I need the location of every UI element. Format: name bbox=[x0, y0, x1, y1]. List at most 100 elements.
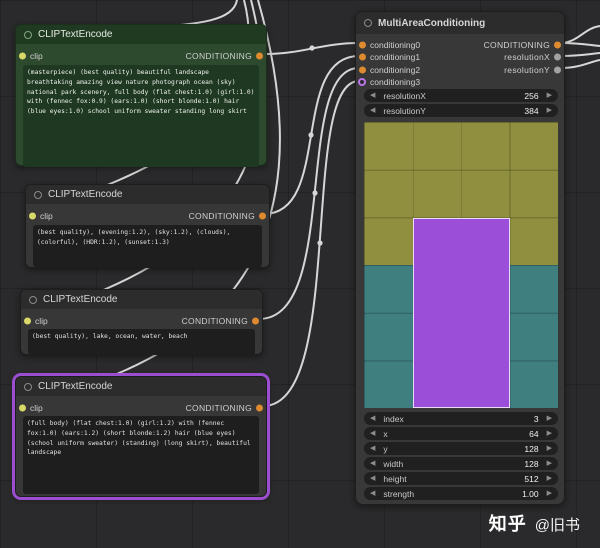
widget-label: width bbox=[383, 459, 403, 469]
widget-label: resolutionX bbox=[383, 91, 426, 101]
node-title: CLIPTextEncode bbox=[38, 29, 113, 40]
resolutionx-output-slot[interactable] bbox=[554, 54, 561, 61]
prompt-textarea[interactable]: (best quality), lake, ocean, water, beac… bbox=[28, 329, 255, 355]
node-cliptextencode-1[interactable]: CLIPTextEncode clip CONDITIONING (master… bbox=[15, 24, 267, 166]
widget-value: 1.00 bbox=[522, 489, 539, 499]
widget-label: resolutionY bbox=[383, 106, 426, 116]
node-title: MultiAreaConditioning bbox=[378, 18, 485, 29]
watermark: 知乎 @旧书 bbox=[489, 510, 580, 536]
slot-row: clip CONDITIONING bbox=[26, 208, 269, 223]
widget-resolutiony[interactable]: ◀ resolutionY 384 ▶ bbox=[364, 104, 558, 117]
widget-value: 3 bbox=[534, 414, 539, 424]
slot-row: clip CONDITIONING bbox=[16, 400, 266, 415]
conditioning-output-label: CONDITIONING bbox=[182, 316, 248, 326]
node-title-bar[interactable]: CLIPTextEncode bbox=[16, 377, 266, 396]
increment-arrow-icon[interactable]: ▶ bbox=[547, 460, 552, 467]
increment-arrow-icon[interactable]: ▶ bbox=[547, 490, 552, 497]
selected-area-rect bbox=[413, 218, 510, 408]
collapse-dot-icon[interactable] bbox=[24, 383, 32, 391]
prompt-textarea[interactable]: (full body) (flat chest:1.0) (girl:1.2) … bbox=[23, 416, 259, 494]
wire-conditioning-2 bbox=[259, 68, 359, 319]
node-graph-canvas[interactable]: CLIPTextEncode clip CONDITIONING (master… bbox=[0, 0, 600, 548]
node-title: CLIPTextEncode bbox=[48, 189, 123, 200]
prompt-textarea[interactable]: (best quality), (evening:1.2), (sky:1.2)… bbox=[33, 225, 262, 267]
decrement-arrow-icon[interactable]: ◀ bbox=[370, 107, 375, 114]
conditioning-output-slot[interactable] bbox=[554, 41, 561, 48]
node-title-bar[interactable]: CLIPTextEncode bbox=[26, 185, 269, 204]
conditioning-output-slot[interactable] bbox=[256, 52, 263, 59]
node-title-bar[interactable]: MultiAreaConditioning bbox=[356, 12, 564, 34]
widget-width[interactable]: ◀ width 128 ▶ bbox=[364, 457, 558, 470]
conditioning-output-label: CONDITIONING bbox=[189, 211, 255, 221]
node-cliptextencode-2[interactable]: CLIPTextEncode clip CONDITIONING (best q… bbox=[25, 184, 270, 268]
widget-label: x bbox=[383, 429, 387, 439]
node-cliptextencode-3[interactable]: CLIPTextEncode clip CONDITIONING (best q… bbox=[20, 289, 263, 355]
prompt-textarea[interactable]: (masterpiece) (best quality) beautiful l… bbox=[23, 65, 259, 167]
link-midpoint-dot bbox=[312, 190, 317, 195]
node-cliptextencode-4[interactable]: CLIPTextEncode clip CONDITIONING (full b… bbox=[15, 376, 267, 497]
conditioning3-input-slot[interactable] bbox=[358, 78, 366, 86]
widget-strength[interactable]: ◀ strength 1.00 ▶ bbox=[364, 487, 558, 500]
decrement-arrow-icon[interactable]: ◀ bbox=[370, 475, 375, 482]
widget-value: 256 bbox=[524, 91, 538, 101]
node-title-bar[interactable]: CLIPTextEncode bbox=[21, 290, 262, 309]
clip-input-slot[interactable] bbox=[29, 212, 36, 219]
clip-input-slot[interactable] bbox=[19, 404, 26, 411]
increment-arrow-icon[interactable]: ▶ bbox=[547, 430, 552, 437]
slot-row: clip CONDITIONING bbox=[21, 313, 262, 328]
widget-index[interactable]: ◀ index 3 ▶ bbox=[364, 412, 558, 425]
output-row-resolutionx: resolutionX bbox=[356, 51, 564, 64]
conditioning-output-label: CONDITIONING bbox=[186, 403, 252, 413]
widget-label: index bbox=[383, 414, 403, 424]
collapse-dot-icon[interactable] bbox=[364, 19, 372, 27]
collapse-dot-icon[interactable] bbox=[29, 296, 37, 304]
decrement-arrow-icon[interactable]: ◀ bbox=[370, 415, 375, 422]
conditioning-output-slot[interactable] bbox=[252, 317, 259, 324]
clip-input-slot[interactable] bbox=[19, 52, 26, 59]
widget-y[interactable]: ◀ y 128 ▶ bbox=[364, 442, 558, 455]
resolutiony-output-slot[interactable] bbox=[554, 66, 561, 73]
link-midpoint-dot bbox=[309, 45, 314, 50]
increment-arrow-icon[interactable]: ▶ bbox=[547, 445, 552, 452]
clip-input-slot[interactable] bbox=[24, 317, 31, 324]
widget-x[interactable]: ◀ x 64 ▶ bbox=[364, 427, 558, 440]
node-title: CLIPTextEncode bbox=[43, 294, 118, 305]
slot-row: clip CONDITIONING bbox=[16, 48, 266, 63]
widget-value: 64 bbox=[529, 429, 538, 439]
clip-input-label: clip bbox=[40, 211, 53, 221]
widget-height[interactable]: ◀ height 512 ▶ bbox=[364, 472, 558, 485]
collapse-dot-icon[interactable] bbox=[34, 191, 42, 199]
wire-conditioning-3 bbox=[263, 81, 359, 406]
wire-output-conditioning-b bbox=[560, 43, 600, 46]
increment-arrow-icon[interactable]: ▶ bbox=[547, 107, 552, 114]
link-midpoint-dot bbox=[308, 132, 313, 137]
node-title: CLIPTextEncode bbox=[38, 381, 113, 392]
node-multiareaconditioning[interactable]: MultiAreaConditioning conditioning0 cond… bbox=[355, 11, 565, 505]
increment-arrow-icon[interactable]: ▶ bbox=[547, 415, 552, 422]
wire-output-conditioning-a bbox=[560, 26, 600, 43]
area-preview-canvas[interactable] bbox=[364, 122, 558, 408]
link-midpoint-dot bbox=[317, 240, 322, 245]
decrement-arrow-icon[interactable]: ◀ bbox=[370, 490, 375, 497]
conditioning-output-slot[interactable] bbox=[259, 212, 266, 219]
widget-value: 512 bbox=[524, 474, 538, 484]
node-title-bar[interactable]: CLIPTextEncode bbox=[16, 25, 266, 44]
decrement-arrow-icon[interactable]: ◀ bbox=[370, 430, 375, 437]
wire-conditioning-0 bbox=[266, 43, 359, 54]
collapse-dot-icon[interactable] bbox=[24, 31, 32, 39]
widget-label: height bbox=[383, 474, 406, 484]
wire-output-resolutionx bbox=[560, 53, 600, 56]
increment-arrow-icon[interactable]: ▶ bbox=[547, 92, 552, 99]
decrement-arrow-icon[interactable]: ◀ bbox=[370, 460, 375, 467]
widget-resolutionx[interactable]: ◀ resolutionX 256 ▶ bbox=[364, 89, 558, 102]
wire-conditioning-1 bbox=[264, 56, 359, 214]
decrement-arrow-icon[interactable]: ◀ bbox=[370, 445, 375, 452]
conditioning-output-slot[interactable] bbox=[256, 404, 263, 411]
clip-input-label: clip bbox=[30, 51, 43, 61]
output-row-resolutiony: resolutionY bbox=[356, 63, 564, 76]
conditioning3-label: conditioning3 bbox=[370, 77, 420, 87]
watermark-handle: @旧书 bbox=[535, 514, 580, 535]
widget-value: 128 bbox=[524, 459, 538, 469]
decrement-arrow-icon[interactable]: ◀ bbox=[370, 92, 375, 99]
increment-arrow-icon[interactable]: ▶ bbox=[547, 475, 552, 482]
